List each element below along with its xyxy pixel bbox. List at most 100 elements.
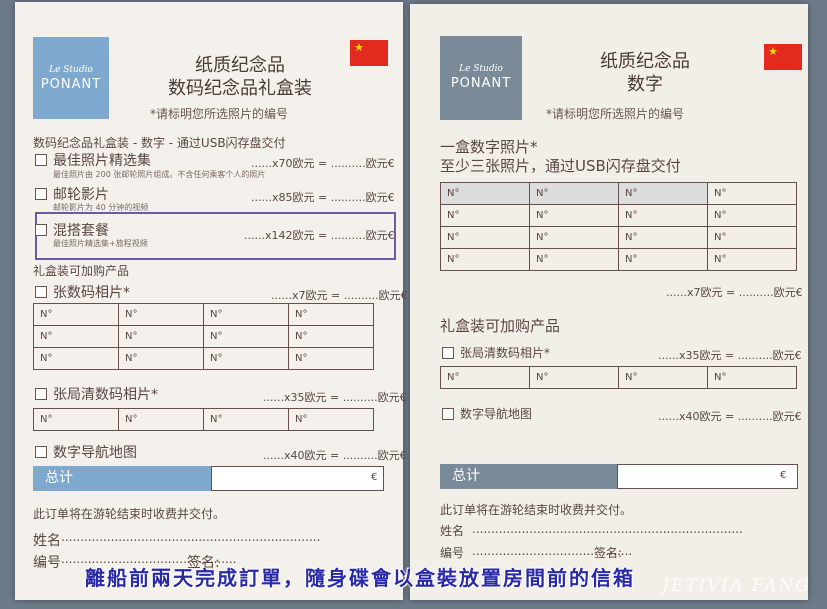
form-title: 纸质纪念品 数码纪念品礼盒装 <box>125 54 355 100</box>
number-cell[interactable]: N° <box>618 182 708 205</box>
subtitle: *请标明您所选照片的编号 <box>150 107 289 121</box>
item-cruise-video: 邮轮影片 <box>53 187 109 203</box>
number-label: 编号 <box>440 546 465 560</box>
addon-digital-photo-price: ......x7欧元 = ..........欧元€ <box>271 289 408 302</box>
hd-photo-number-grid: N° N° N° N° <box>440 366 797 389</box>
checkbox-digital-photo[interactable] <box>35 286 47 298</box>
number-cell[interactable]: N° <box>33 408 119 431</box>
number-cell[interactable]: N° <box>440 248 530 271</box>
item-best-photos: 最佳照片精选集 <box>53 153 151 169</box>
section-header-addons: 礼盒装可加购产品 <box>440 317 561 335</box>
number-cell[interactable]: N° <box>203 303 289 326</box>
addon-hd-photo: 张局清数码相片* <box>460 346 551 360</box>
number-cell[interactable]: N° <box>203 347 289 370</box>
number-cell[interactable]: N° <box>618 226 708 249</box>
number-cell[interactable]: N° <box>440 182 530 205</box>
total-label: 总计 <box>440 464 617 489</box>
name-field[interactable]: ........................................… <box>61 530 320 544</box>
number-cell[interactable]: N° <box>288 347 374 370</box>
number-cell[interactable]: N° <box>33 325 119 348</box>
number-cell[interactable]: N° <box>529 366 619 389</box>
number-cell[interactable]: N° <box>203 408 289 431</box>
photo-caption: 離船前兩天完成訂單，隨身碟會以盒裝放置房間前的信箱 <box>85 566 635 590</box>
number-cell[interactable]: N° <box>618 248 708 271</box>
total-label: 总计 <box>33 466 211 491</box>
addon-hd-photo-price: ......x35欧元 = ..........欧元€ <box>263 391 407 404</box>
number-cell[interactable]: N° <box>440 226 530 249</box>
footer-note: 此订单将在游轮结束时收费并交付。 <box>440 503 633 517</box>
number-cell[interactable]: N° <box>529 204 619 227</box>
logo-script: Le Studio <box>459 64 503 74</box>
checkbox-best-photos[interactable] <box>35 154 47 166</box>
total-field[interactable] <box>617 464 798 489</box>
addon-hd-photo: 张局清数码相片* <box>53 387 158 403</box>
item-mix-package-price: ......x142欧元 = ..........欧元€ <box>244 229 395 242</box>
number-cell[interactable]: N° <box>529 182 619 205</box>
china-flag-icon: ★ <box>350 40 388 66</box>
number-cell[interactable]: N° <box>707 248 797 271</box>
number-cell[interactable]: N° <box>203 325 289 348</box>
logo-name: PONANT <box>450 76 512 91</box>
number-cell[interactable]: N° <box>118 303 204 326</box>
number-cell[interactable]: N° <box>440 366 530 389</box>
checkbox-hd-photo[interactable] <box>35 388 47 400</box>
total-field[interactable] <box>211 466 384 491</box>
addon-nav-map-price: ......x40欧元 = ..........欧元€ <box>658 410 802 423</box>
total-euro: € <box>371 472 378 483</box>
section-header-box-sub: 至少三张照片，通过USB闪存盘交付 <box>440 157 681 175</box>
number-cell[interactable]: N° <box>288 325 374 348</box>
number-cell[interactable]: N° <box>618 366 708 389</box>
addon-nav-map-price: ......x40欧元 = ..........欧元€ <box>263 449 407 462</box>
section-header-box: 一盒数字照片* <box>440 138 538 156</box>
number-cell[interactable]: N° <box>288 303 374 326</box>
addon-digital-photo: 张数码相片* <box>53 285 130 301</box>
section-header-giftbox: 数码纪念品礼盒装 - 数字 - 通过USB闪存盘交付 <box>33 136 286 150</box>
number-cell[interactable]: N° <box>529 226 619 249</box>
number-cell[interactable]: N° <box>618 204 708 227</box>
addon-nav-map: 数字导航地图 <box>53 445 137 461</box>
title-line-2: 数码纪念品礼盒装 <box>168 78 312 99</box>
number-label: 编号 <box>33 555 61 571</box>
number-cell[interactable]: N° <box>707 226 797 249</box>
checkbox-hd-photo[interactable] <box>442 347 454 359</box>
checkbox-nav-map[interactable] <box>35 446 47 458</box>
checkbox-cruise-video[interactable] <box>35 188 47 200</box>
total-euro: € <box>780 470 787 481</box>
number-cell[interactable]: N° <box>33 303 119 326</box>
number-cell[interactable]: N° <box>440 204 530 227</box>
photo-number-grid: N° N° N° N° N° N° N° N° N° N° N° N° N° N… <box>440 182 797 271</box>
china-flag-icon: ★ <box>764 44 802 70</box>
logo-script: Le Studio <box>49 65 93 75</box>
number-cell[interactable]: N° <box>707 182 797 205</box>
total-row: 总计 € <box>33 466 384 491</box>
name-label: 姓名 <box>33 533 61 549</box>
addon-hd-photo-price: ......x35欧元 = ..........欧元€ <box>658 349 802 362</box>
number-cell[interactable]: N° <box>33 347 119 370</box>
logo-name: PONANT <box>40 77 102 92</box>
number-cell[interactable]: N° <box>118 347 204 370</box>
title-line-2: 数字 <box>627 74 663 95</box>
number-cell[interactable]: N° <box>118 325 204 348</box>
number-cell[interactable]: N° <box>707 366 797 389</box>
watermark: JETIVIA FANG <box>662 576 812 596</box>
number-cell[interactable]: N° <box>288 408 374 431</box>
photo-number-grid: N° N° N° N° N° N° N° N° N° N° N° N° <box>33 303 374 370</box>
name-field[interactable]: ........................................… <box>472 522 743 536</box>
left-order-form: Le Studio PONANT ★ 纸质纪念品 数码纪念品礼盒装 *请标明您所… <box>15 2 408 600</box>
ponant-logo: Le Studio PONANT <box>33 37 109 119</box>
item-best-photos-desc: 最佳照片由 200 张邮轮照片组成。不含任何乘客个人的照片 <box>53 170 266 179</box>
checkbox-mix-package[interactable] <box>35 224 47 236</box>
name-label: 姓名 <box>440 524 465 538</box>
sign-label: 签名: <box>594 546 623 560</box>
digital-photo-price: ......x7欧元 = ..........欧元€ <box>666 286 803 299</box>
number-cell[interactable]: N° <box>707 204 797 227</box>
number-cell[interactable]: N° <box>529 248 619 271</box>
item-mix-package: 混搭套餐 <box>53 223 109 239</box>
item-best-photos-price: ......x70欧元 = ..........欧元€ <box>251 157 395 170</box>
right-order-form: Le Studio PONANT ★ 纸质纪念品 数字 *请标明您所选照片的编号… <box>410 4 808 600</box>
checkbox-nav-map[interactable] <box>442 408 454 420</box>
number-cell[interactable]: N° <box>118 408 204 431</box>
hd-photo-number-grid: N° N° N° N° <box>33 408 374 431</box>
form-title: 纸质纪念品 数字 <box>530 50 760 96</box>
addon-nav-map: 数字导航地图 <box>460 407 533 421</box>
